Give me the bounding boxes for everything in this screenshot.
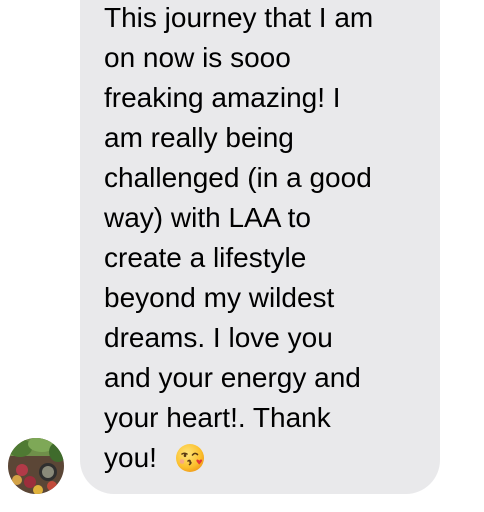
avatar[interactable]: [8, 438, 64, 494]
message-line: This journey that I am: [104, 2, 374, 33]
face-blowing-a-kiss-icon: [175, 444, 204, 472]
message-line: dreams. I love you: [104, 322, 333, 353]
message-line: freaking amazing! I: [104, 82, 341, 113]
message-line: challenged (in a good: [104, 162, 372, 193]
message-thread: This journey that I am on now is sooo fr…: [0, 0, 484, 512]
message-line: create a lifestyle: [104, 242, 307, 273]
message-line: you!: [104, 442, 157, 473]
message-line: way) with LAA to: [104, 202, 311, 233]
avatar-photo-icon: [8, 438, 64, 494]
message-text: This journey that I am on now is sooo fr…: [104, 0, 434, 478]
message-line-last: you!: [104, 438, 434, 478]
message-line: am really being: [104, 122, 294, 153]
message-line: on now is sooo: [104, 42, 291, 73]
message-line: and your energy and: [104, 362, 361, 393]
message-line: your heart!. Thank: [104, 402, 331, 433]
message-line: beyond my wildest: [104, 282, 335, 313]
